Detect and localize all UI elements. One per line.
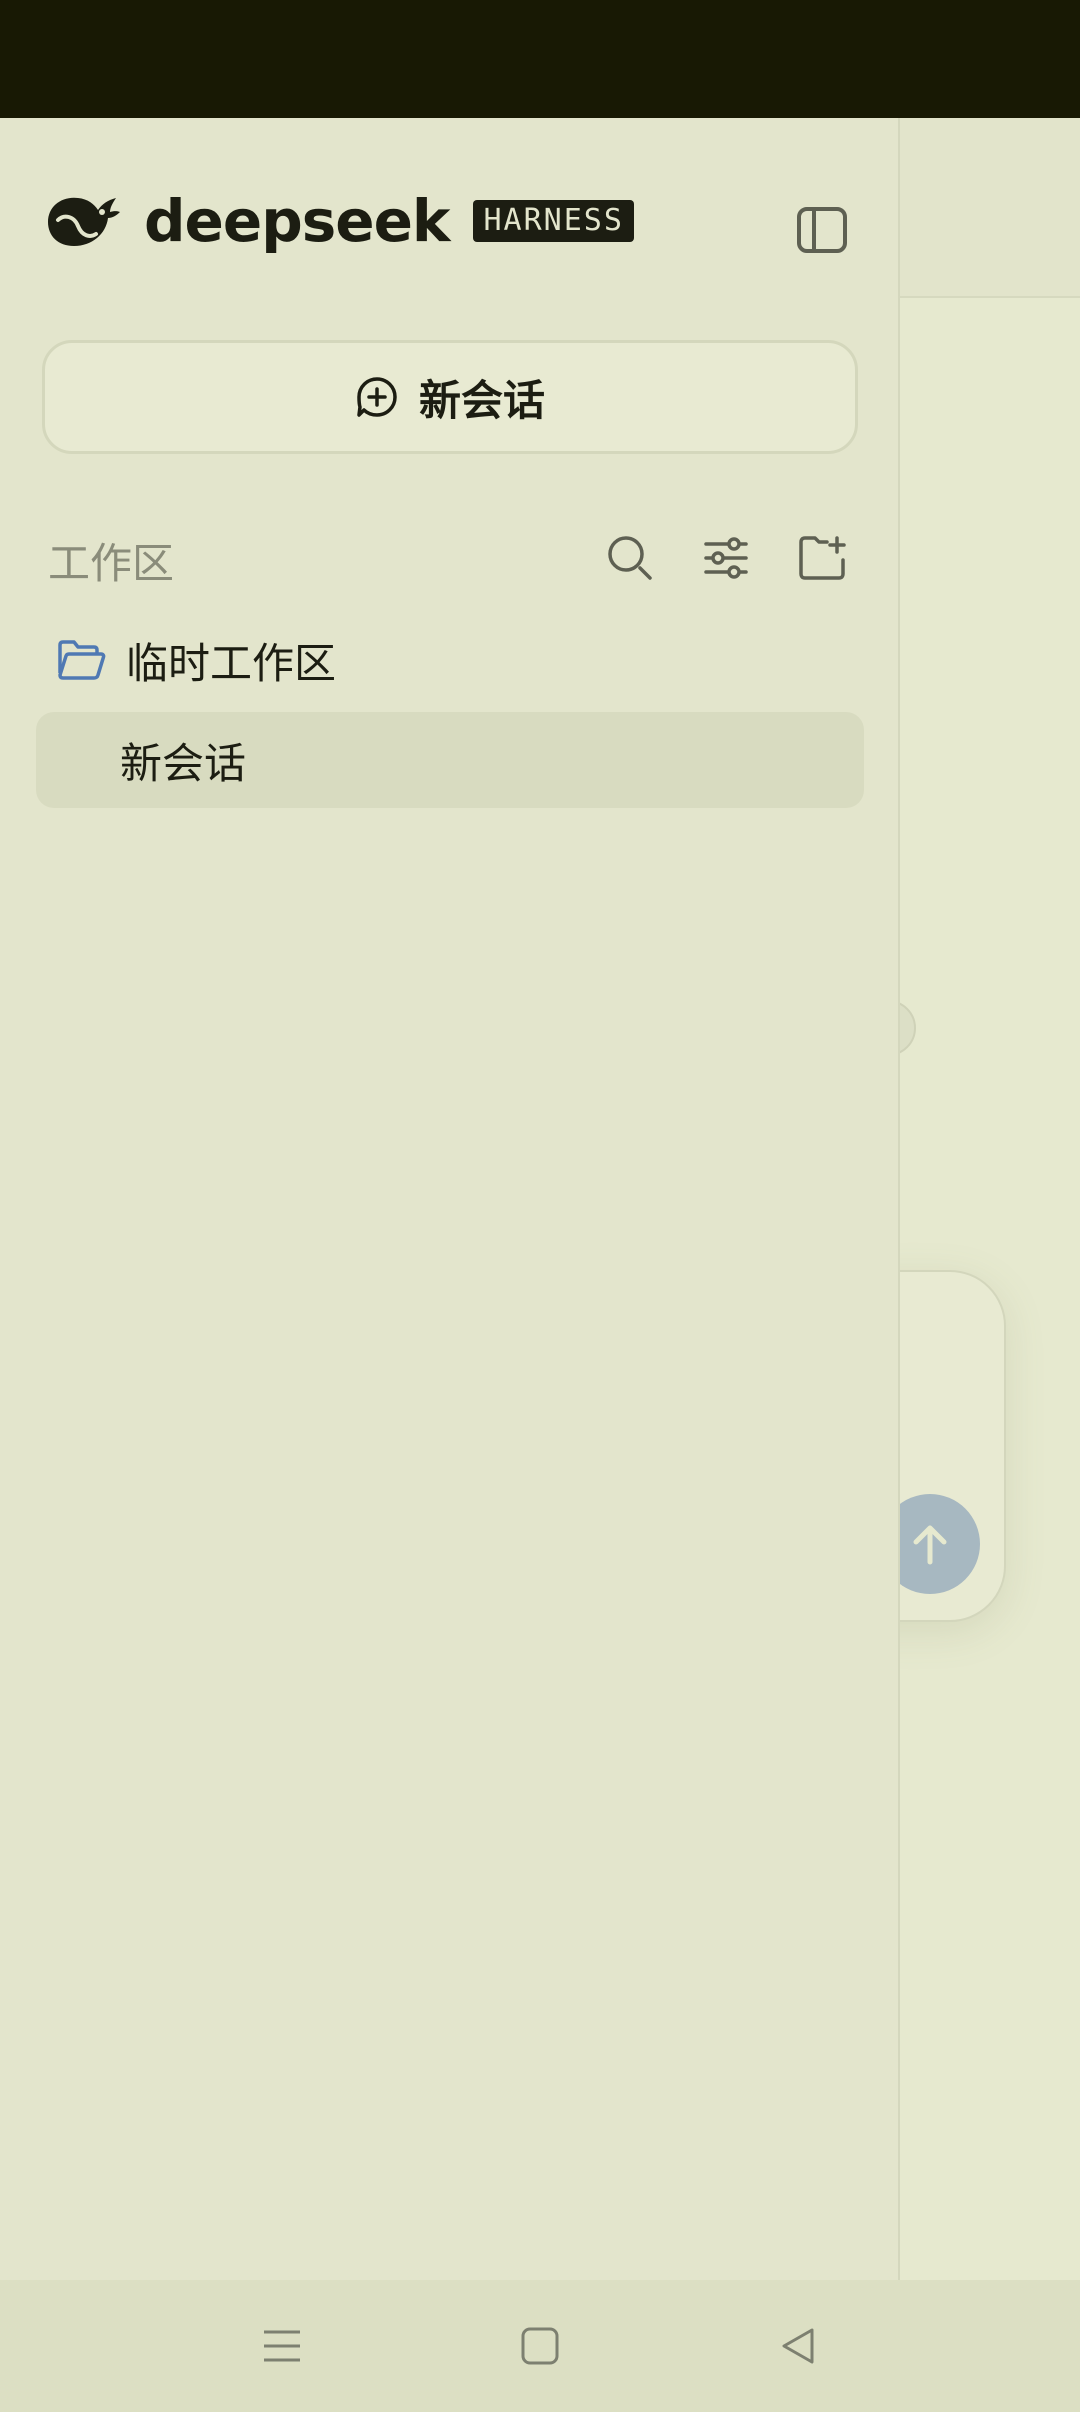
add-chat-icon: [357, 377, 397, 417]
system-nav-bar: [0, 2280, 1080, 2412]
sidebar-toggle-icon: [797, 207, 847, 253]
workspace-folder-temp[interactable]: 临时工作区: [56, 618, 856, 702]
menu-icon: [264, 2330, 300, 2362]
workspace-folder-label: 临时工作区: [126, 638, 337, 688]
nav-back-button[interactable]: [762, 2310, 834, 2382]
suggestion-chip[interactable]: [900, 1000, 916, 1056]
main-chat-pane: [900, 118, 1080, 2280]
collapse-sidebar-button[interactable]: [792, 200, 852, 260]
search-icon: [608, 536, 652, 580]
folder-open-icon: [58, 640, 106, 680]
filter-button[interactable]: [698, 530, 754, 586]
chat-list-item[interactable]: 新会话: [36, 712, 864, 808]
deepseek-whale-icon: [48, 197, 120, 246]
back-icon: [782, 2328, 814, 2364]
brand-logo: deepseek HARNESS: [44, 192, 634, 250]
main-header: [900, 118, 1080, 298]
brand-wordmark: deepseek: [144, 187, 450, 255]
arrow-up-icon: [913, 1525, 947, 1565]
new-chat-label: 新会话: [418, 375, 545, 425]
search-button[interactable]: [602, 530, 658, 586]
sliders-icon: [704, 537, 748, 579]
new-workspace-button[interactable]: [794, 530, 850, 586]
home-icon: [521, 2327, 559, 2365]
nav-menu-button[interactable]: [246, 2310, 318, 2382]
folder-plus-icon: [799, 536, 846, 580]
status-bar: [0, 0, 1080, 118]
new-chat-button[interactable]: 新会话: [42, 340, 858, 454]
workspace-section-header: 工作区: [48, 506, 848, 606]
brand-badge: HARNESS: [473, 200, 634, 242]
nav-home-button[interactable]: [504, 2310, 576, 2382]
chat-item-title: 新会话: [120, 738, 247, 788]
sidebar-drawer: deepseek HARNESS 新会话 工作区 临时工作区 新会话: [0, 118, 900, 2280]
section-title: 工作区: [48, 539, 175, 588]
